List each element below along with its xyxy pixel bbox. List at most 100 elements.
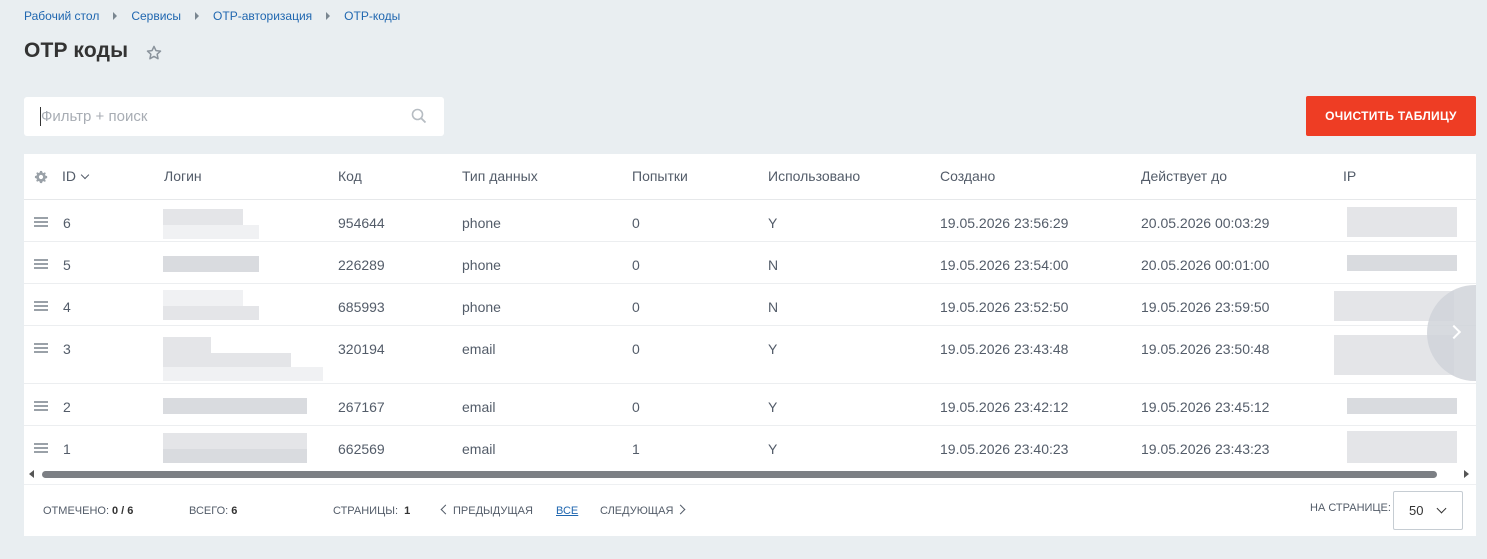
cell-id: 2 — [63, 399, 71, 415]
breadcrumb-separator-icon — [113, 12, 118, 20]
total-label: Всего: — [189, 505, 229, 517]
cell-created: 19.05.2026 23:52:50 — [940, 299, 1069, 315]
per-page-select[interactable]: 50 — [1393, 491, 1463, 530]
cell-type: phone — [462, 215, 501, 231]
table-row[interactable]: 6 954644 phone 0 Y 19.05.2026 23:56:29 2… — [24, 201, 1476, 242]
checked-label: Отмечено: — [43, 505, 109, 517]
column-header-created[interactable]: Создано — [940, 168, 995, 184]
checked-value: 0 / 6 — [112, 505, 134, 517]
ip-redacted — [1347, 207, 1457, 237]
scroll-right-icon[interactable] — [1464, 470, 1469, 478]
prev-page-button[interactable]: Предыдущая — [440, 504, 533, 517]
login-redacted — [163, 209, 243, 225]
drag-handle-icon[interactable] — [34, 443, 48, 453]
breadcrumb-otp-auth[interactable]: OTP-авторизация — [213, 9, 312, 23]
login-redacted — [163, 433, 307, 449]
table-row[interactable]: 1 662569 email 1 Y 19.05.2026 23:40:23 1… — [24, 427, 1476, 468]
table-row[interactable]: 2 267167 email 0 Y 19.05.2026 23:42:12 1… — [24, 385, 1476, 426]
cell-attempts: 0 — [632, 257, 640, 273]
cell-id: 1 — [63, 441, 71, 457]
cell-attempts: 0 — [632, 399, 640, 415]
search-input[interactable] — [24, 97, 384, 136]
cell-code: 662569 — [338, 441, 385, 457]
scroll-left-icon[interactable] — [29, 470, 34, 478]
cell-valid-until: 19.05.2026 23:43:23 — [1141, 441, 1270, 457]
checked-counter: Отмечено: 0 / 6 — [43, 505, 133, 517]
drag-handle-icon[interactable] — [34, 301, 48, 311]
scrollbar-thumb[interactable] — [42, 471, 1437, 478]
drag-handle-icon[interactable] — [34, 259, 48, 269]
cell-type: phone — [462, 299, 501, 315]
cell-id: 5 — [63, 257, 71, 273]
title-row: OTP коды — [24, 39, 163, 63]
column-header-attempts[interactable]: Попытки — [632, 168, 688, 184]
cell-valid-until: 20.05.2026 00:03:29 — [1141, 215, 1270, 231]
breadcrumb-desktop[interactable]: Рабочий стол — [24, 9, 99, 23]
chevron-right-icon — [675, 504, 686, 515]
column-header-ip[interactable]: IP — [1343, 168, 1356, 184]
drag-handle-icon[interactable] — [34, 343, 48, 353]
breadcrumb-otp-codes[interactable]: OTP-коды — [344, 9, 400, 23]
chevron-down-icon — [1436, 503, 1447, 514]
cell-used: N — [768, 257, 779, 273]
per-page-value: 50 — [1409, 503, 1424, 518]
login-redacted — [163, 449, 307, 463]
ip-redacted — [1347, 398, 1457, 414]
cell-attempts: 0 — [632, 299, 640, 315]
column-header-used[interactable]: Использовано — [768, 168, 860, 184]
cell-valid-until: 19.05.2026 23:45:12 — [1141, 399, 1270, 415]
column-header-label: ID — [62, 168, 76, 184]
total-counter: Всего: 6 — [189, 505, 237, 517]
cell-id: 4 — [63, 299, 71, 315]
cell-used: Y — [768, 441, 778, 457]
page-title: OTP коды — [24, 39, 129, 62]
cell-used: Y — [768, 341, 778, 357]
search-box — [24, 97, 444, 136]
cell-created: 19.05.2026 23:54:00 — [940, 257, 1069, 273]
next-page-button[interactable]: Следующая — [600, 504, 686, 517]
cell-code: 685993 — [338, 299, 385, 315]
table-row[interactable]: 3 320194 email 0 Y 19.05.2026 23:43:48 1… — [24, 327, 1476, 384]
table-row[interactable]: 5 226289 phone 0 N 19.05.2026 23:54:00 2… — [24, 243, 1476, 284]
star-icon[interactable] — [145, 44, 163, 62]
table-row[interactable]: 4 685993 phone 0 N 19.05.2026 23:52:50 1… — [24, 285, 1476, 326]
horizontal-scrollbar[interactable] — [24, 468, 1476, 481]
pages-label: Страницы: — [333, 505, 399, 517]
column-header-login[interactable]: Логин — [164, 168, 202, 184]
all-pages-label[interactable]: Все — [556, 505, 578, 517]
pages-value: 1 — [404, 505, 411, 517]
drag-handle-icon[interactable] — [34, 401, 48, 411]
column-header-type[interactable]: Тип данных — [462, 168, 538, 184]
cell-attempts: 0 — [632, 215, 640, 231]
cell-code: 226289 — [338, 257, 385, 273]
cell-attempts: 1 — [632, 441, 640, 457]
chevron-left-icon — [440, 504, 451, 515]
gear-icon[interactable] — [34, 170, 48, 184]
column-header-id[interactable]: ID — [62, 168, 90, 184]
login-redacted — [163, 367, 323, 381]
login-redacted — [163, 306, 259, 320]
cell-used: Y — [768, 399, 778, 415]
search-icon[interactable] — [411, 108, 427, 124]
cell-code: 267167 — [338, 399, 385, 415]
breadcrumb-separator-icon — [195, 12, 200, 20]
cell-used: N — [768, 299, 779, 315]
login-redacted — [163, 398, 307, 414]
column-header-code[interactable]: Код — [338, 168, 362, 184]
text-cursor — [40, 107, 41, 126]
cell-valid-until: 20.05.2026 00:01:00 — [1141, 257, 1270, 273]
drag-handle-icon[interactable] — [34, 217, 48, 227]
clear-table-button[interactable]: ОЧИСТИТЬ ТАБЛИЦУ — [1306, 96, 1476, 136]
cell-used: Y — [768, 215, 778, 231]
cell-created: 19.05.2026 23:42:12 — [940, 399, 1069, 415]
all-pages-link[interactable]: Все — [556, 505, 578, 517]
column-header-valid-until[interactable]: Действует до — [1141, 168, 1227, 184]
ip-redacted — [1347, 431, 1457, 463]
cell-type: email — [462, 441, 496, 457]
cell-type: email — [462, 341, 496, 357]
chevron-right-icon — [1446, 324, 1462, 340]
breadcrumb-services[interactable]: Сервисы — [131, 9, 181, 23]
pages-counter: Страницы: 1 — [333, 505, 410, 517]
chevron-down-icon — [80, 170, 90, 180]
grid-header: ID Логин Код Тип данных Попытки Использо… — [24, 154, 1476, 200]
